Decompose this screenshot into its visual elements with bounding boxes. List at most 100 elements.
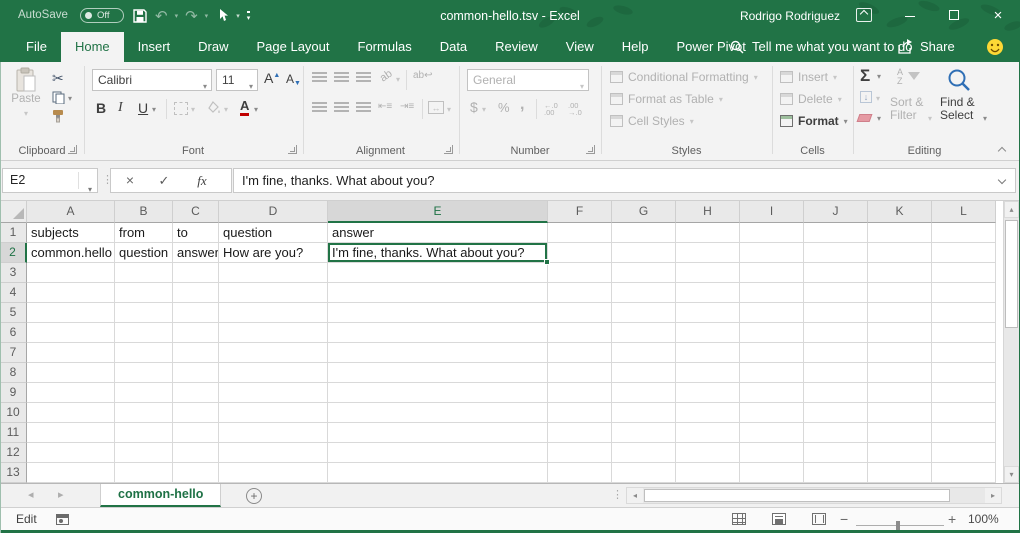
row-header-10[interactable]: 10 — [0, 403, 27, 423]
cell-C13[interactable] — [173, 463, 219, 483]
cell-K4[interactable] — [868, 283, 932, 303]
wrap-text-icon[interactable]: ab↩ — [413, 70, 433, 81]
cell-F2[interactable] — [548, 243, 612, 263]
tab-draw[interactable]: Draw — [184, 32, 242, 62]
cell-E11[interactable] — [328, 423, 548, 443]
row-header-2[interactable]: 2 — [0, 243, 27, 263]
column-header-C[interactable]: C — [173, 201, 219, 223]
cell-J12[interactable] — [804, 443, 868, 463]
paste-button[interactable]: Paste ▾ — [8, 67, 44, 119]
cell-G2[interactable] — [612, 243, 676, 263]
cell-J11[interactable] — [804, 423, 868, 443]
cell-A8[interactable] — [27, 363, 115, 383]
top-align-icon[interactable] — [312, 72, 327, 83]
tab-file[interactable]: File — [12, 32, 61, 62]
alignment-dialog-launcher-icon[interactable] — [444, 145, 453, 154]
cell-K13[interactable] — [868, 463, 932, 483]
fill-handle[interactable] — [544, 259, 550, 265]
accounting-format-icon[interactable]: $ — [470, 99, 478, 115]
cell-J13[interactable] — [804, 463, 868, 483]
sort-filter-dropdown-icon[interactable]: ▾ — [928, 114, 932, 123]
increase-indent-icon[interactable]: ⇥≡ — [400, 101, 414, 112]
cell-A9[interactable] — [27, 383, 115, 403]
user-name[interactable]: Rodrigo Rodriguez — [740, 0, 840, 32]
page-break-preview-icon[interactable] — [812, 513, 826, 525]
styles-item-format-as-table[interactable]: Format as Table▾ — [610, 92, 723, 106]
cell-E13[interactable] — [328, 463, 548, 483]
horizontal-scroll-thumb[interactable] — [644, 489, 950, 502]
tab-insert[interactable]: Insert — [124, 32, 185, 62]
row-header-9[interactable]: 9 — [0, 383, 27, 403]
orientation-icon[interactable]: ab — [378, 68, 395, 85]
cell-K2[interactable] — [868, 243, 932, 263]
cell-C6[interactable] — [173, 323, 219, 343]
cell-K9[interactable] — [868, 383, 932, 403]
cell-A3[interactable] — [27, 263, 115, 283]
cell-D2[interactable]: How are you? — [219, 243, 328, 263]
maximize-button[interactable] — [932, 0, 976, 32]
font-color-icon[interactable]: A — [240, 99, 249, 116]
cell-F13[interactable] — [548, 463, 612, 483]
zoom-out-icon[interactable]: − — [840, 511, 848, 527]
cell-D5[interactable] — [219, 303, 328, 323]
ribbon-display-options-icon[interactable] — [856, 8, 872, 22]
format-painter-icon[interactable] — [52, 109, 66, 123]
feedback-smiley-icon[interactable] — [986, 38, 1004, 56]
column-header-G[interactable]: G — [612, 201, 676, 223]
cells-item-delete[interactable]: Delete▾ — [780, 92, 842, 106]
cell-K1[interactable] — [868, 223, 932, 243]
orientation-dropdown-icon[interactable]: ▾ — [396, 75, 400, 84]
zoom-level[interactable]: 100% — [968, 512, 999, 526]
cell-B5[interactable] — [115, 303, 173, 323]
cell-A5[interactable] — [27, 303, 115, 323]
cell-F7[interactable] — [548, 343, 612, 363]
font-name-combo[interactable]: Calibri▾ — [92, 69, 212, 91]
autosum-dropdown-icon[interactable]: ▾ — [877, 72, 881, 81]
row-header-7[interactable]: 7 — [0, 343, 27, 363]
cell-C2[interactable]: answer — [173, 243, 219, 263]
tab-power-pivot[interactable]: Power Pivot — [663, 32, 760, 62]
cell-C7[interactable] — [173, 343, 219, 363]
cell-J10[interactable] — [804, 403, 868, 423]
cell-K11[interactable] — [868, 423, 932, 443]
share-button[interactable]: Share — [920, 32, 955, 62]
cell-H8[interactable] — [676, 363, 740, 383]
cell-C12[interactable] — [173, 443, 219, 463]
new-sheet-icon[interactable]: + — [246, 488, 262, 504]
tab-review[interactable]: Review — [481, 32, 552, 62]
cell-E6[interactable] — [328, 323, 548, 343]
cell-F5[interactable] — [548, 303, 612, 323]
tabstrip-drag-handle[interactable]: ⋮ — [612, 488, 623, 501]
page-layout-view-icon[interactable] — [772, 513, 786, 525]
cell-F3[interactable] — [548, 263, 612, 283]
copy-icon[interactable] — [52, 91, 65, 104]
scroll-up-icon[interactable]: ▴ — [1004, 201, 1019, 218]
column-header-L[interactable]: L — [932, 201, 996, 223]
cell-C3[interactable] — [173, 263, 219, 283]
cell-G12[interactable] — [612, 443, 676, 463]
cell-G3[interactable] — [612, 263, 676, 283]
cell-G10[interactable] — [612, 403, 676, 423]
accounting-dropdown-icon[interactable]: ▾ — [482, 105, 486, 114]
fill-color-dropdown-icon[interactable]: ▾ — [224, 105, 228, 114]
cell-H7[interactable] — [676, 343, 740, 363]
merge-center-icon[interactable]: ↔ — [428, 101, 444, 114]
cell-H1[interactable] — [676, 223, 740, 243]
cell-C1[interactable]: to — [173, 223, 219, 243]
cell-G4[interactable] — [612, 283, 676, 303]
cell-G5[interactable] — [612, 303, 676, 323]
comma-style-icon[interactable]: , — [520, 96, 524, 114]
copy-dropdown-icon[interactable]: ▾ — [68, 94, 72, 103]
row-header-6[interactable]: 6 — [0, 323, 27, 343]
tab-formulas[interactable]: Formulas — [344, 32, 426, 62]
cell-C8[interactable] — [173, 363, 219, 383]
column-header-F[interactable]: F — [548, 201, 612, 223]
scroll-right-icon[interactable]: ▸ — [985, 488, 1001, 503]
cell-J8[interactable] — [804, 363, 868, 383]
cell-L6[interactable] — [932, 323, 996, 343]
cell-B4[interactable] — [115, 283, 173, 303]
cell-I3[interactable] — [740, 263, 804, 283]
select-all-corner[interactable] — [0, 201, 27, 223]
cell-B11[interactable] — [115, 423, 173, 443]
autosum-icon[interactable]: Σ — [860, 66, 870, 86]
